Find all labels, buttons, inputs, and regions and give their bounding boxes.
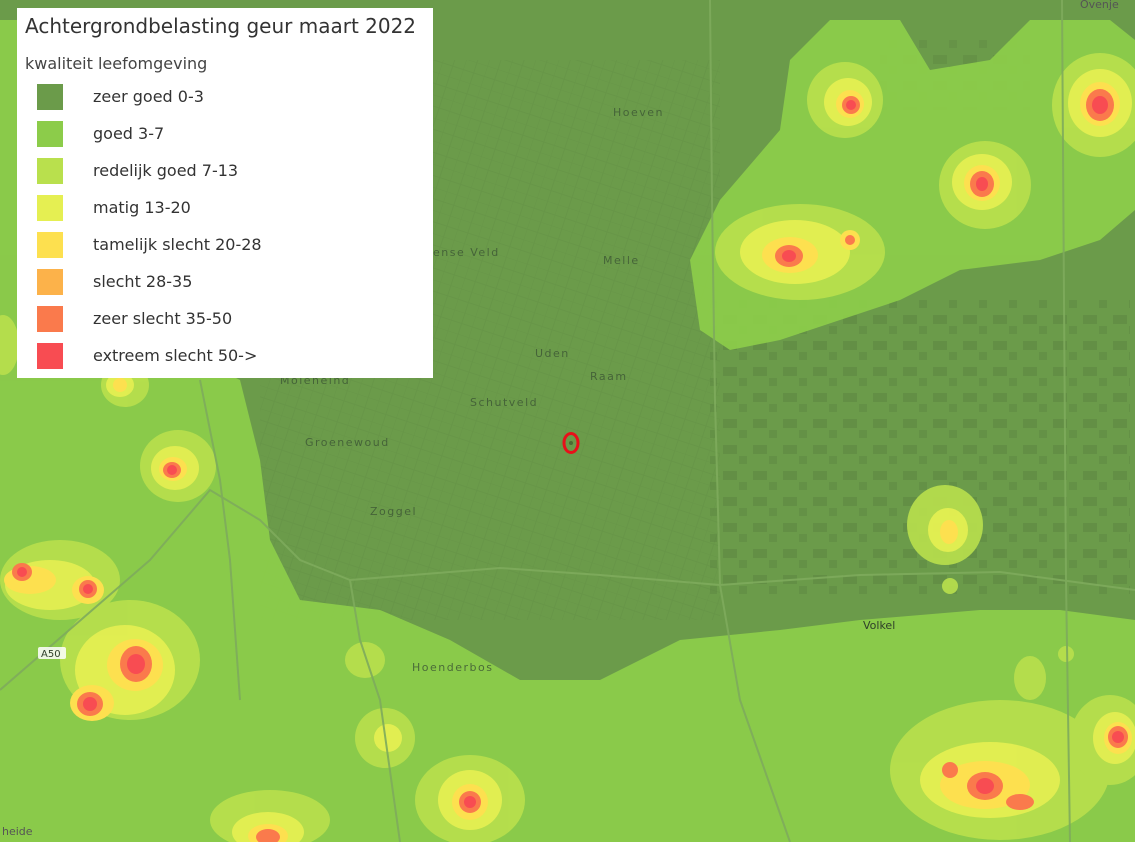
legend-item-redelijk-goed: redelijk goed 7-13	[25, 152, 425, 189]
a50-shield: A50	[38, 647, 66, 660]
legend-item-tamelijk-slecht: tamelijk slecht 20-28	[25, 226, 425, 263]
label-schutveld: Schutveld	[470, 396, 538, 409]
label-uden: Uden	[535, 347, 570, 360]
legend-swatch	[37, 120, 63, 147]
label-volkel: Volkel	[863, 619, 895, 632]
legend-label: goed 3-7	[93, 124, 165, 143]
legend-label: extreem slecht 50->	[93, 346, 258, 365]
legend-item-goed: goed 3-7	[25, 115, 425, 152]
legend-swatch	[37, 231, 63, 258]
label-hoenderbos: Hoenderbos	[412, 661, 493, 674]
legend-swatch	[37, 83, 63, 110]
legend-item-extreem-slecht: extreem slecht 50->	[25, 337, 425, 374]
label-groenewoud: Groenewoud	[305, 436, 390, 449]
legend-swatch	[37, 342, 63, 369]
label-zoggel: Zoggel	[370, 505, 417, 518]
legend-swatch	[37, 305, 63, 332]
legend-label: redelijk goed 7-13	[93, 161, 239, 180]
legend-label: zeer slecht 35-50	[93, 309, 233, 328]
label-melle: Melle	[603, 254, 640, 267]
legend-swatch	[37, 157, 63, 184]
legend-swatch	[37, 268, 63, 295]
a50-label: A50	[41, 649, 61, 660]
legend-item-slecht: slecht 28-35	[25, 263, 425, 300]
location-marker-icon[interactable]	[562, 431, 580, 455]
legend-title: Achtergrondbelasting geur maart 2022	[25, 14, 417, 38]
legend-label: tamelijk slecht 20-28	[93, 235, 262, 254]
label-velde: ense Veld	[433, 246, 500, 259]
legend-label: zeer goed 0-3	[93, 87, 204, 106]
legend-subtitle: kwaliteit leefomgeving	[25, 54, 208, 73]
legend-item-matig: matig 13-20	[25, 189, 425, 226]
legend-label: slecht 28-35	[93, 272, 193, 291]
label-heide: heide	[2, 825, 33, 838]
legend-item-zeer-goed: zeer goed 0-3	[25, 78, 425, 115]
legend-label: matig 13-20	[93, 198, 191, 217]
legend-item-zeer-slecht: zeer slecht 35-50	[25, 300, 425, 337]
map-legend: Achtergrondbelasting geur maart 2022 kwa…	[17, 8, 433, 378]
label-raam: Raam	[590, 370, 628, 383]
label-ovenje: Ovenje	[1080, 0, 1119, 11]
label-hoeven: Hoeven	[613, 106, 664, 119]
legend-swatch	[37, 194, 63, 221]
